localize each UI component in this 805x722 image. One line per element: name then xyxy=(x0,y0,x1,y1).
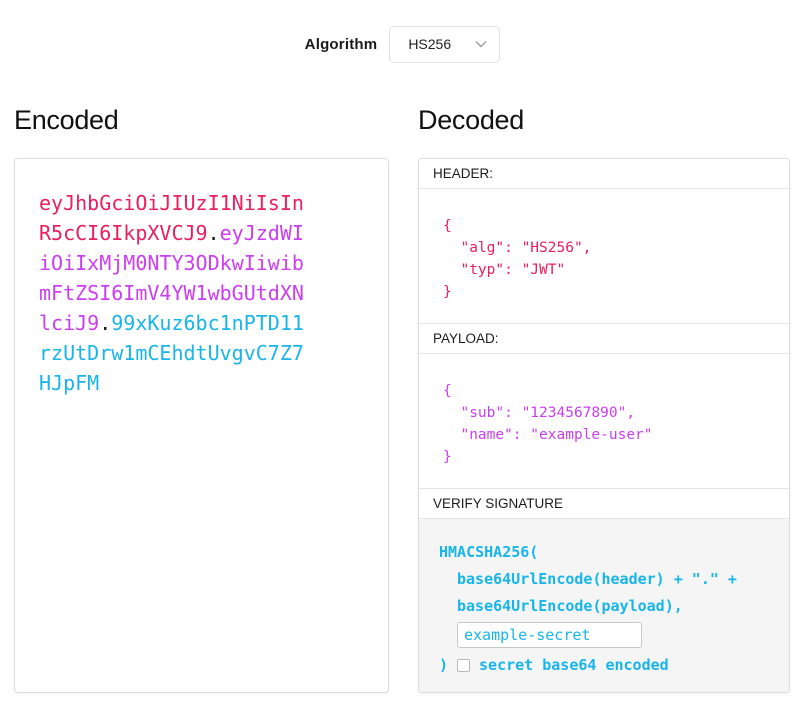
payload-json-area[interactable]: { "sub": "1234567890", "name": "example-… xyxy=(419,354,789,489)
token-dot-1: . xyxy=(208,221,220,245)
closing-paren: ) xyxy=(439,652,448,679)
header-json-text[interactable]: { "alg": "HS256", "typ": "JWT" } xyxy=(443,215,765,303)
verify-signature-section-label: VERIFY SIGNATURE xyxy=(419,489,789,519)
algorithm-label: Algorithm xyxy=(305,36,378,53)
payload-section-label: PAYLOAD: xyxy=(419,324,789,354)
signature-code-line-1: HMACSHA256( xyxy=(439,539,769,566)
payload-json-text[interactable]: { "sub": "1234567890", "name": "example-… xyxy=(443,380,765,468)
encoded-column: Encoded eyJhbGciOiJIUzI1NiIsInR5cCI6IkpX… xyxy=(14,62,389,693)
header-section-label: HEADER: xyxy=(419,159,789,189)
secret-base64-label: secret base64 encoded xyxy=(479,652,669,679)
verify-signature-area: HMACSHA256( base64UrlEncode(header) + ".… xyxy=(419,519,789,692)
encoded-title: Encoded xyxy=(14,105,389,136)
signature-code-line-2: base64UrlEncode(header) + "." + xyxy=(457,566,769,593)
token-dot-2: . xyxy=(99,311,111,335)
signature-code-line-3: base64UrlEncode(payload), xyxy=(457,593,769,620)
algorithm-bar: Algorithm HS256 xyxy=(0,0,805,62)
decoded-column: Decoded HEADER: { "alg": "HS256", "typ":… xyxy=(418,62,790,693)
decoded-panel: HEADER: { "alg": "HS256", "typ": "JWT" }… xyxy=(418,158,790,693)
main-columns: Encoded eyJhbGciOiJIUzI1NiIsInR5cCI6IkpX… xyxy=(0,62,805,693)
signature-last-row: ) secret base64 encoded xyxy=(439,652,769,679)
secret-input[interactable] xyxy=(457,622,642,648)
decoded-title: Decoded xyxy=(418,105,790,136)
header-json-area[interactable]: { "alg": "HS256", "typ": "JWT" } xyxy=(419,189,789,324)
algorithm-select[interactable]: HS256 xyxy=(389,26,500,63)
chevron-down-icon xyxy=(475,40,487,48)
secret-base64-checkbox[interactable] xyxy=(457,659,470,672)
algorithm-selected-value: HS256 xyxy=(408,36,451,52)
jwt-token-text[interactable]: eyJhbGciOiJIUzI1NiIsInR5cCI6IkpXVCJ9.eyJ… xyxy=(39,188,311,398)
encoded-token-box[interactable]: eyJhbGciOiJIUzI1NiIsInR5cCI6IkpXVCJ9.eyJ… xyxy=(14,158,389,693)
